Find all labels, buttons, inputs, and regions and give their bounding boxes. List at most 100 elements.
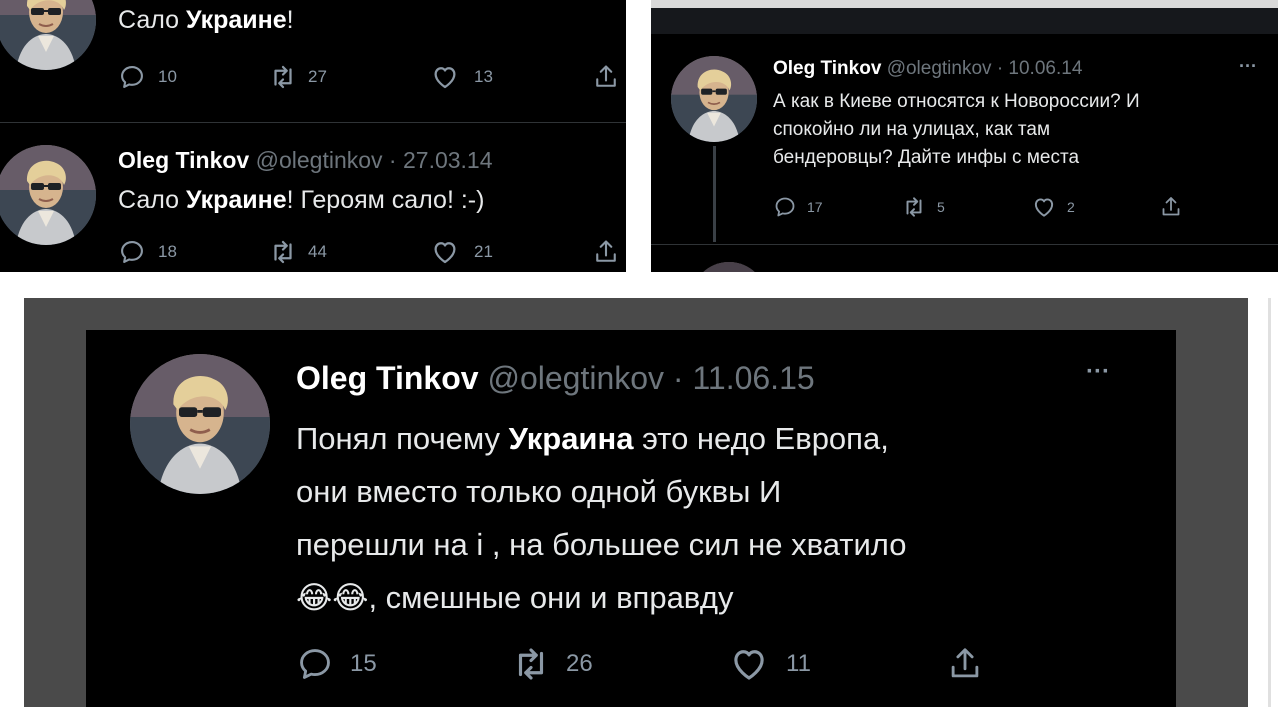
thread-line — [713, 146, 716, 242]
tweet-actions: 10 27 13 — [118, 60, 618, 94]
tweet-text-bold: Украине — [185, 6, 287, 34]
like-count: 11 — [786, 650, 811, 677]
avatar-image — [691, 262, 767, 272]
more-icon[interactable]: ··· — [1086, 358, 1110, 386]
avatar[interactable] — [130, 354, 270, 494]
like-count: 21 — [474, 242, 493, 261]
retweet-button[interactable]: 26 — [510, 643, 593, 685]
author-handle[interactable]: @olegtinkov — [887, 58, 992, 79]
tweet-text: Понял почему Украина это недо Европа, он… — [296, 412, 1156, 624]
author-name[interactable]: Oleg Tinkov — [296, 360, 479, 396]
avatar-image — [0, 0, 96, 70]
avatar[interactable] — [0, 0, 96, 70]
tweet-text-bold: Украине — [185, 186, 287, 214]
author-name[interactable]: Oleg Tinkov — [773, 58, 881, 79]
reply-count: 17 — [807, 199, 823, 215]
share-icon — [592, 63, 620, 91]
tweet-header: Oleg Tinkov @olegtinkov · 27.03.14 — [118, 147, 493, 174]
tweet-panel-bottom: Oleg Tinkov @olegtinkov · 11.06.15 ··· П… — [86, 330, 1176, 707]
tweet-text-part: Сало — [118, 186, 186, 214]
retweet-icon — [510, 643, 552, 685]
tweet-text-bold: Украина — [508, 421, 634, 456]
tweet-date[interactable]: 27.03.14 — [403, 147, 493, 173]
retweet-button[interactable]: 44 — [268, 237, 327, 267]
reply-count: 10 — [158, 67, 177, 86]
tweet-3[interactable]: Oleg Tinkov @olegtinkov · 10.06.14 ··· А… — [651, 34, 1278, 272]
tweet-text-line: перешли на і , на большее сил не хватило — [296, 527, 907, 562]
reply-button[interactable]: 17 — [773, 195, 823, 219]
tweet-text-line: А как в Киеве относятся к Новороссии? И — [773, 91, 1140, 112]
header-separator: · — [996, 58, 1004, 79]
tweet-panel-top-left: Сало Украине! 10 27 13 Oleg Tinkov @oleg… — [0, 0, 626, 272]
like-count: 2 — [1067, 199, 1075, 215]
share-button[interactable] — [1159, 195, 1183, 219]
tweet-4[interactable]: Oleg Tinkov @olegtinkov · 11.06.15 ··· П… — [86, 330, 1176, 707]
like-icon — [728, 643, 770, 685]
author-handle[interactable]: @olegtinkov — [256, 147, 383, 173]
tweet-text-line: бендеровцы? Дайте инфы с места — [773, 147, 1080, 168]
like-count: 13 — [474, 67, 493, 86]
retweet-count: 44 — [308, 242, 327, 261]
retweet-icon — [268, 62, 298, 92]
share-button[interactable] — [592, 63, 620, 91]
like-button[interactable]: 13 — [430, 62, 493, 92]
tweet-actions: 15 26 11 — [296, 642, 1096, 686]
retweet-button[interactable]: 27 — [268, 62, 327, 92]
avatar[interactable] — [671, 56, 757, 142]
tweet-text-part: , смешные они и вправду — [368, 580, 734, 615]
tweet-text-line: 😂😂, смешные они и вправду — [296, 571, 1156, 624]
more-icon[interactable]: ··· — [1239, 56, 1257, 77]
reply-icon — [118, 63, 146, 91]
avatar-image — [671, 56, 757, 142]
like-button[interactable]: 2 — [1031, 194, 1075, 220]
reply-button[interactable]: 18 — [118, 238, 177, 266]
share-icon — [1159, 195, 1183, 219]
retweet-count: 27 — [308, 67, 327, 86]
tweet-text-part: это недо Европа, — [633, 421, 889, 456]
header-separator: · — [672, 360, 684, 396]
reply-button[interactable]: 10 — [118, 63, 177, 91]
retweet-count: 26 — [566, 650, 593, 677]
laughing-emoji: 😂😂 — [296, 580, 369, 615]
tweet-date[interactable]: 10.06.14 — [1008, 58, 1082, 79]
tweet-1[interactable]: Сало Украине! 10 27 13 — [0, 0, 626, 120]
tweet-text-line: спокойно ли на улицах, как там — [773, 119, 1051, 140]
author-name[interactable]: Oleg Tinkov — [118, 147, 249, 173]
tweet-text: Сало Украине! Героям сало! :-) — [118, 185, 484, 215]
tweet-text: Сало Украине! — [118, 5, 294, 35]
tweet-header: Oleg Tinkov @olegtinkov · 10.06.14 — [773, 58, 1082, 80]
tweet-text-part: Понял почему — [296, 421, 509, 456]
avatar-image — [0, 145, 96, 245]
retweet-count: 5 — [937, 199, 945, 215]
retweet-icon — [901, 194, 927, 220]
like-button[interactable]: 21 — [430, 237, 493, 267]
tweet-text-line: Понял почему Украина это недо Европа, — [296, 412, 1156, 465]
avatar[interactable] — [0, 145, 96, 245]
next-tweet-avatar[interactable] — [691, 262, 767, 272]
panel-top-bar — [651, 0, 1278, 8]
share-button[interactable] — [946, 645, 984, 683]
tweet-text-part: Сало — [118, 6, 186, 34]
avatar-image — [130, 354, 270, 494]
share-button[interactable] — [592, 238, 620, 266]
reply-count: 18 — [158, 242, 177, 261]
author-handle[interactable]: @olegtinkov — [487, 360, 664, 396]
reply-icon — [773, 195, 797, 219]
tweet-panel-bottom-frame: Oleg Tinkov @olegtinkov · 11.06.15 ··· П… — [24, 298, 1248, 707]
tweet-date[interactable]: 11.06.15 — [692, 360, 814, 396]
tweet-2[interactable]: Oleg Tinkov @olegtinkov · 27.03.14 Сало … — [0, 123, 626, 272]
reply-button[interactable]: 15 — [296, 645, 377, 683]
tweet-text-part: ! — [286, 6, 294, 34]
like-icon — [430, 62, 460, 92]
reply-icon — [296, 645, 334, 683]
retweet-button[interactable]: 5 — [901, 194, 945, 220]
header-separator: · — [388, 147, 397, 173]
tweet-actions: 18 44 21 — [118, 235, 618, 269]
share-icon — [592, 238, 620, 266]
share-icon — [946, 645, 984, 683]
like-icon — [430, 237, 460, 267]
tweet-divider — [651, 244, 1278, 245]
like-icon — [1031, 194, 1057, 220]
like-button[interactable]: 11 — [728, 643, 811, 685]
reply-icon — [118, 238, 146, 266]
